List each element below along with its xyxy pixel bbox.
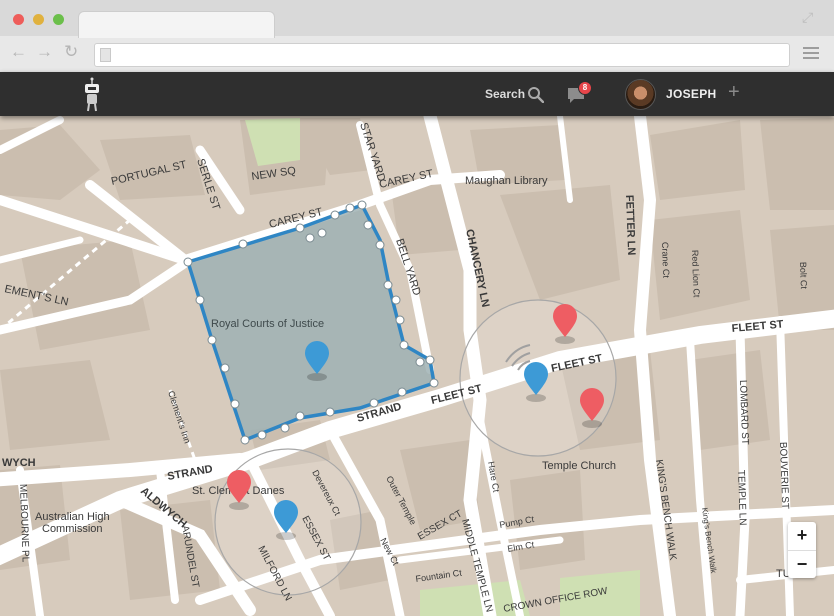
back-icon[interactable]: ← xyxy=(10,42,27,62)
label-fountain-ct: Fountain Ct xyxy=(415,568,463,584)
minimize-window-dot[interactable] xyxy=(33,14,44,25)
browser-tab[interactable] xyxy=(78,11,275,38)
label-crane-ct: Crane Ct xyxy=(660,242,671,279)
pin-blue-royal-courts[interactable] xyxy=(305,341,329,381)
search-icon[interactable] xyxy=(527,86,544,103)
add-button[interactable]: + xyxy=(728,81,740,103)
page-icon xyxy=(100,48,111,62)
label-maughan-library: Maughan Library xyxy=(465,175,548,187)
hamburger-menu-icon[interactable] xyxy=(803,47,819,61)
browser-chrome: ⤢ ← → ↻ xyxy=(0,0,834,73)
map-canvas[interactable]: PORTUGAL ST SERLE ST NEW SQ STAR YARD CA… xyxy=(0,116,834,616)
pin-blue-essex-st[interactable] xyxy=(274,500,298,540)
app-header: Search 8 JOSEPH + xyxy=(0,72,834,116)
label-bouverie-st: BOUVERIE ST xyxy=(777,442,790,510)
forward-icon[interactable]: → xyxy=(36,42,53,62)
fullscreen-icon[interactable]: ⤢ xyxy=(802,9,813,26)
label-bolt-ct: Bolt Ct xyxy=(798,262,809,290)
reload-icon[interactable]: ↻ xyxy=(64,42,78,62)
label-lombard-st: LOMBARD ST xyxy=(737,380,750,445)
label-fetter-ln: FETTER LN xyxy=(623,195,637,256)
label-temple-church: Temple Church xyxy=(542,460,616,472)
label-clements-inn: Clement's Inn xyxy=(166,390,192,445)
avatar[interactable] xyxy=(625,79,656,110)
tab-strip: ⤢ xyxy=(0,0,834,38)
zoom-control: + − xyxy=(788,522,816,578)
label-australian-hc-2: Commission xyxy=(42,523,103,535)
label-aldwych-1: WYCH xyxy=(2,457,36,469)
pin-blue-fleet-st[interactable] xyxy=(524,362,548,402)
pin-red-temple-2[interactable] xyxy=(580,388,604,428)
label-red-lion-ct: Red Lion Ct xyxy=(690,250,702,298)
maximize-window-dot[interactable] xyxy=(53,14,64,25)
pin-red-st-clement[interactable] xyxy=(227,470,251,510)
pin-red-temple-1[interactable] xyxy=(553,304,577,344)
username[interactable]: JOSEPH xyxy=(666,87,717,101)
zoom-out-button[interactable]: − xyxy=(788,551,816,579)
address-bar[interactable] xyxy=(94,43,790,67)
zoom-in-button[interactable]: + xyxy=(788,522,816,551)
notification-badge: 8 xyxy=(578,81,592,95)
search-label[interactable]: Search xyxy=(485,87,525,101)
map-svg: PORTUGAL ST SERLE ST NEW SQ STAR YARD CA… xyxy=(0,116,834,616)
label-temple-ln: TEMPLE LN xyxy=(735,470,748,526)
label-royal-courts: Royal Courts of Justice xyxy=(211,318,324,330)
label-australian-hc-1: Australian High xyxy=(35,511,110,523)
close-window-dot[interactable] xyxy=(13,14,24,25)
robot-logo-icon[interactable] xyxy=(80,77,104,113)
